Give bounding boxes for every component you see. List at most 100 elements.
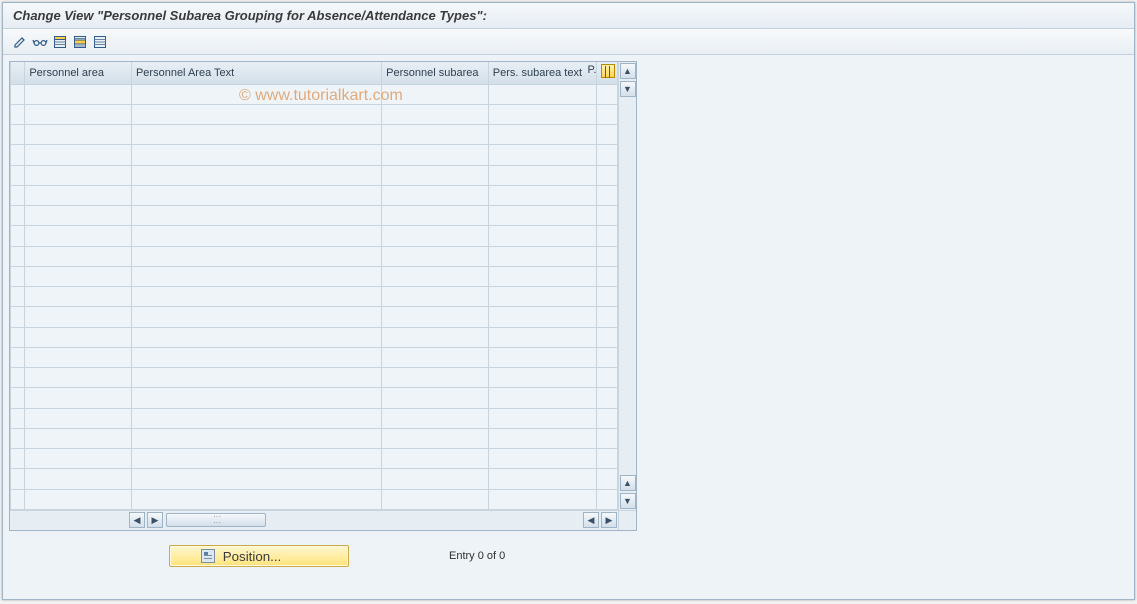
cell-personnel_area_text[interactable] [131,307,381,327]
scroll-up-step-icon[interactable]: ▲ [620,475,636,491]
row-selector[interactable] [11,469,25,489]
cell-personnel_area_text[interactable] [131,368,381,388]
cell-personnel_subarea[interactable] [382,327,489,347]
table-row[interactable] [11,428,618,448]
cell-personnel_subarea[interactable] [382,347,489,367]
table-row[interactable] [11,104,618,124]
cell-personnel_subarea[interactable] [382,84,489,104]
cell-personnel_subarea[interactable] [382,428,489,448]
cell-personnel_subarea[interactable] [382,226,489,246]
cell-personnel_area[interactable] [25,165,132,185]
cell-p_extra[interactable] [597,489,618,510]
row-selector[interactable] [11,368,25,388]
cell-pers_subarea_text[interactable] [488,388,597,408]
cell-personnel_area_text[interactable] [131,388,381,408]
change-icon[interactable] [11,33,29,51]
cell-personnel_area[interactable] [25,449,132,469]
select-all-icon[interactable] [51,33,69,51]
cell-personnel_area[interactable] [25,185,132,205]
scroll-left-icon[interactable]: ◀ [129,512,145,528]
table-row[interactable] [11,347,618,367]
scroll-down-icon[interactable]: ▼ [620,493,636,509]
scroll-right-icon[interactable]: ▶ [601,512,617,528]
cell-p_extra[interactable] [597,327,618,347]
cell-p_extra[interactable] [597,307,618,327]
cell-personnel_area_text[interactable] [131,145,381,165]
hscroll-thumb[interactable] [166,513,266,527]
cell-pers_subarea_text[interactable] [488,287,597,307]
cell-personnel_subarea[interactable] [382,388,489,408]
cell-p_extra[interactable] [597,408,618,428]
table-row[interactable] [11,327,618,347]
row-selector[interactable] [11,145,25,165]
table-row[interactable] [11,307,618,327]
row-selector-header[interactable] [11,62,25,84]
cell-pers_subarea_text[interactable] [488,266,597,286]
cell-p_extra[interactable] [597,287,618,307]
cell-personnel_subarea[interactable] [382,449,489,469]
cell-personnel_area[interactable] [25,266,132,286]
cell-p_extra[interactable] [597,84,618,104]
cell-p_extra[interactable] [597,206,618,226]
row-selector[interactable] [11,226,25,246]
cell-personnel_area_text[interactable] [131,408,381,428]
cell-p_extra[interactable] [597,266,618,286]
row-selector[interactable] [11,428,25,448]
row-selector[interactable] [11,104,25,124]
cell-p_extra[interactable] [597,347,618,367]
table-row[interactable] [11,469,618,489]
col-personnel-subarea[interactable]: Personnel subarea [382,62,489,84]
row-selector[interactable] [11,408,25,428]
cell-p_extra[interactable] [597,145,618,165]
cell-p_extra[interactable] [597,104,618,124]
cell-p_extra[interactable] [597,368,618,388]
table-settings-icon[interactable] [601,64,615,78]
cell-pers_subarea_text[interactable] [488,428,597,448]
cell-personnel_subarea[interactable] [382,368,489,388]
cell-personnel_subarea[interactable] [382,165,489,185]
cell-p_extra[interactable] [597,449,618,469]
cell-personnel_subarea[interactable] [382,266,489,286]
cell-personnel_area_text[interactable] [131,266,381,286]
table-row[interactable] [11,145,618,165]
cell-personnel_area_text[interactable] [131,125,381,145]
cell-personnel_area[interactable] [25,206,132,226]
scroll-right-step-icon[interactable]: ▶ [147,512,163,528]
cell-pers_subarea_text[interactable] [488,307,597,327]
cell-personnel_area_text[interactable] [131,165,381,185]
cell-p_extra[interactable] [597,185,618,205]
cell-personnel_area_text[interactable] [131,226,381,246]
cell-p_extra[interactable] [597,469,618,489]
table-row[interactable] [11,206,618,226]
cell-pers_subarea_text[interactable] [488,408,597,428]
cell-pers_subarea_text[interactable] [488,449,597,469]
cell-pers_subarea_text[interactable] [488,125,597,145]
cell-personnel_subarea[interactable] [382,185,489,205]
row-selector[interactable] [11,287,25,307]
scroll-up-icon[interactable]: ▲ [620,63,636,79]
cell-p_extra[interactable] [597,246,618,266]
cell-personnel_subarea[interactable] [382,287,489,307]
cell-personnel_subarea[interactable] [382,206,489,226]
cell-pers_subarea_text[interactable] [488,489,597,510]
select-block-icon[interactable] [71,33,89,51]
deselect-all-icon[interactable] [91,33,109,51]
cell-pers_subarea_text[interactable] [488,165,597,185]
cell-personnel_area[interactable] [25,489,132,510]
row-selector[interactable] [11,347,25,367]
table-row[interactable] [11,368,618,388]
cell-personnel_area_text[interactable] [131,449,381,469]
cell-personnel_subarea[interactable] [382,104,489,124]
vertical-scrollbar[interactable]: ▲ ▼ ▲ ▼ [618,62,636,510]
cell-p_extra[interactable] [597,388,618,408]
table-row[interactable] [11,408,618,428]
row-selector[interactable] [11,246,25,266]
cell-personnel_area[interactable] [25,347,132,367]
col-personnel-area[interactable]: Personnel area [25,62,132,84]
row-selector[interactable] [11,266,25,286]
row-selector[interactable] [11,327,25,347]
row-selector[interactable] [11,185,25,205]
col-personnel-area-text[interactable]: Personnel Area Text [131,62,381,84]
cell-personnel_area[interactable] [25,469,132,489]
row-selector[interactable] [11,84,25,104]
